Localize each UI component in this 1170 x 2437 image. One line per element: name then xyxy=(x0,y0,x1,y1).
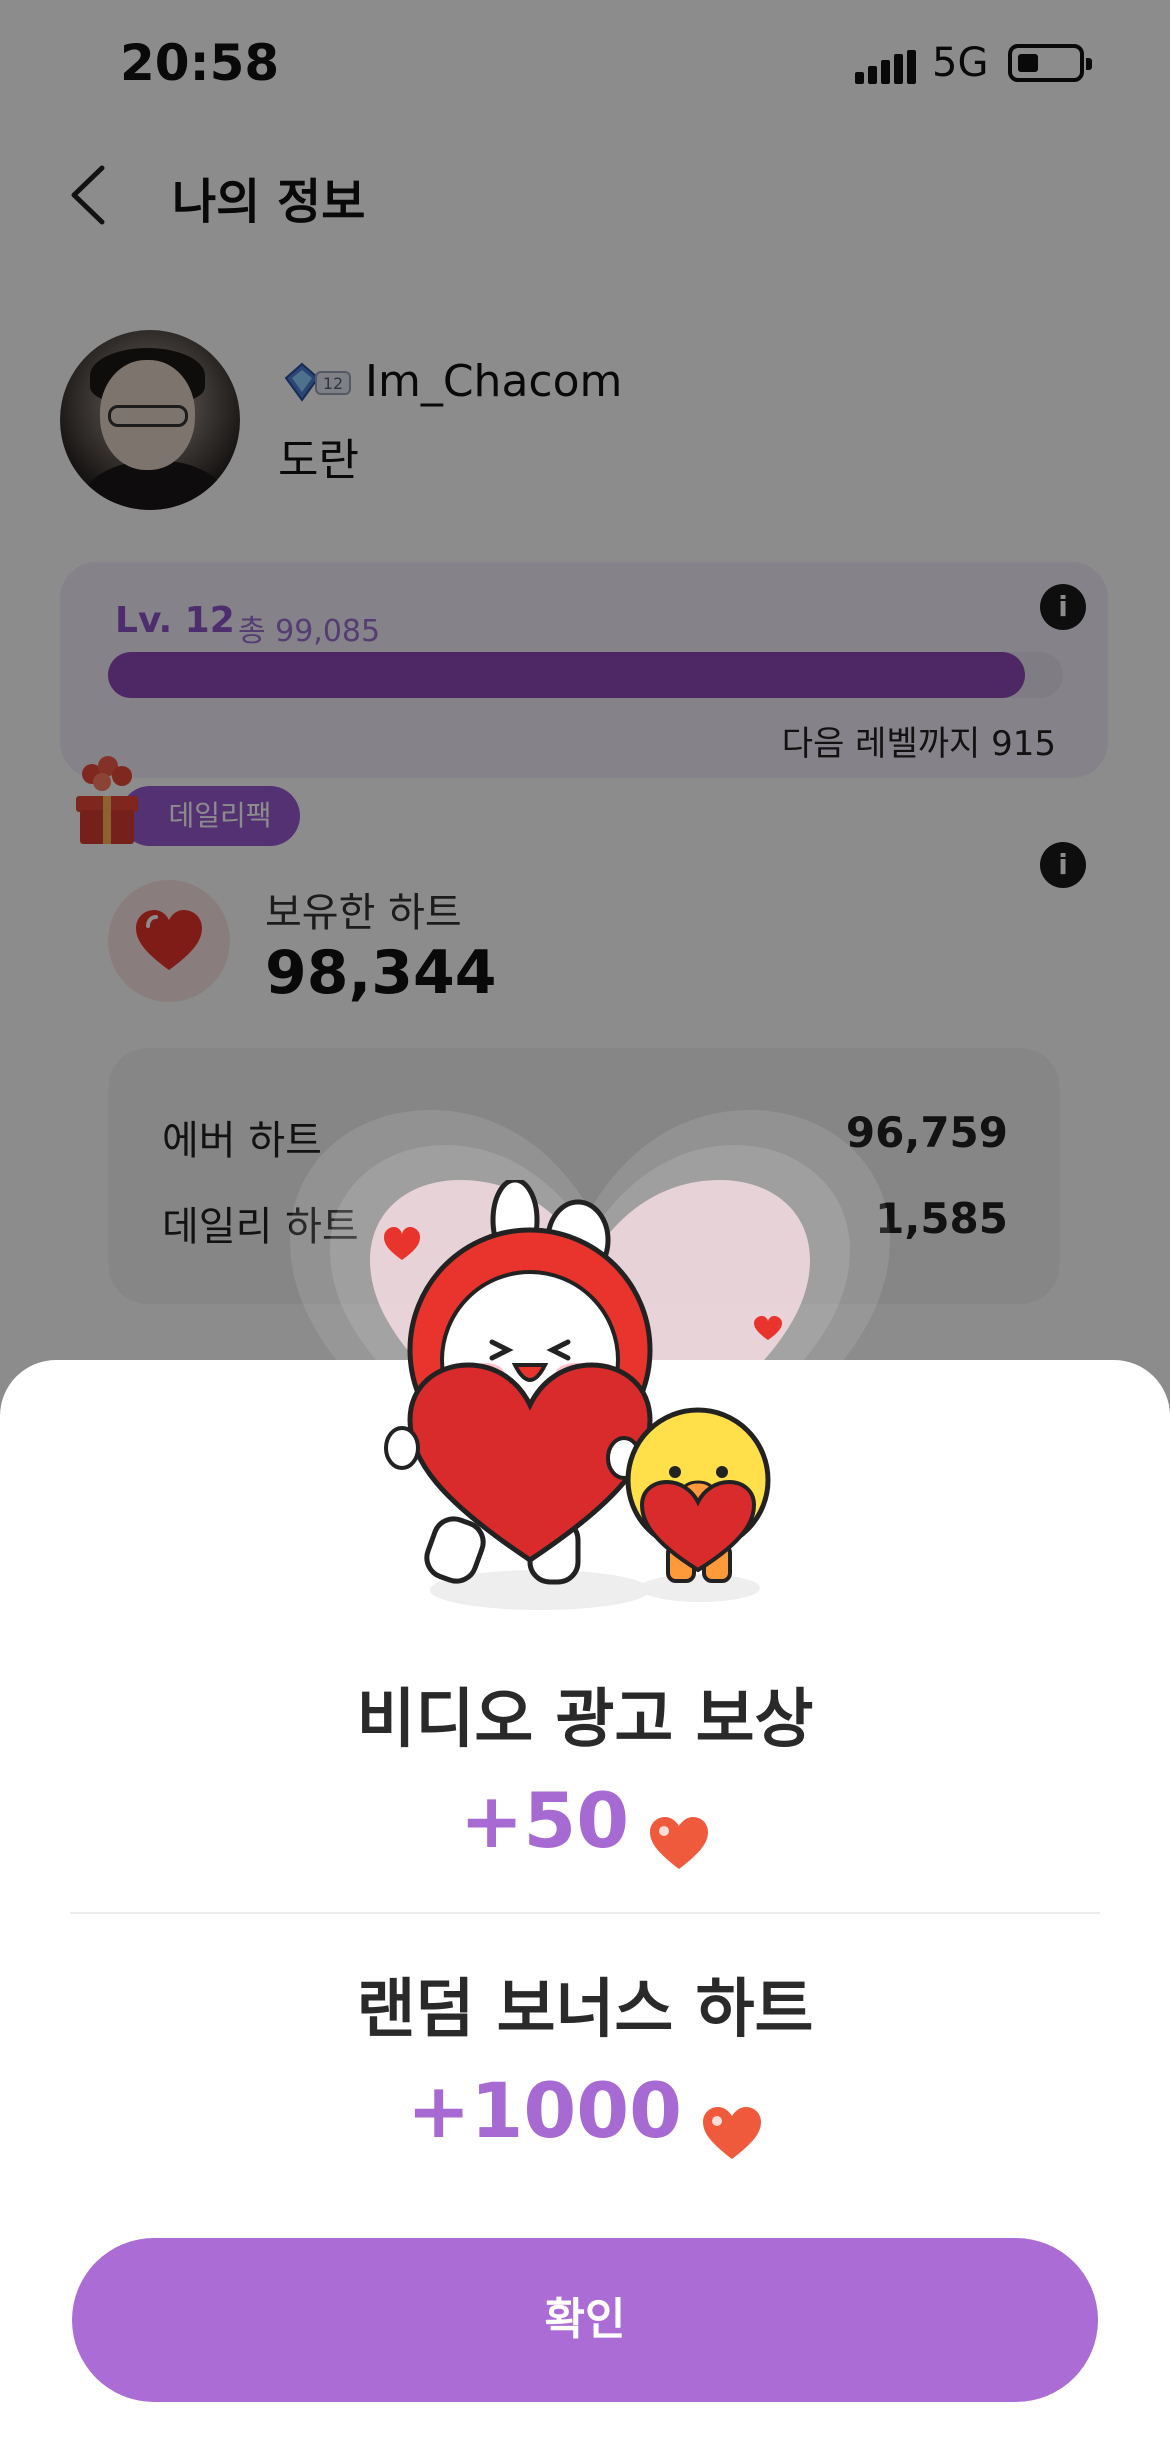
heart-icon xyxy=(703,2106,762,2159)
bonus-reward-row: +1000 xyxy=(0,2066,1170,2161)
heart-icon xyxy=(650,1816,709,1869)
divider xyxy=(70,1912,1100,1914)
video-reward-row: +50 xyxy=(0,1776,1170,1871)
bonus-reward-title: 랜덤 보너스 하트 xyxy=(356,1973,814,2047)
confirm-button[interactable]: 확인 xyxy=(72,2238,1098,2402)
bonus-reward-amount: +1000 xyxy=(406,2066,683,2155)
rabbit-chick-illustration xyxy=(384,1180,782,1610)
video-reward-amount: +50 xyxy=(459,1776,630,1865)
video-reward-title: 비디오 광고 보상 xyxy=(356,1683,814,1757)
